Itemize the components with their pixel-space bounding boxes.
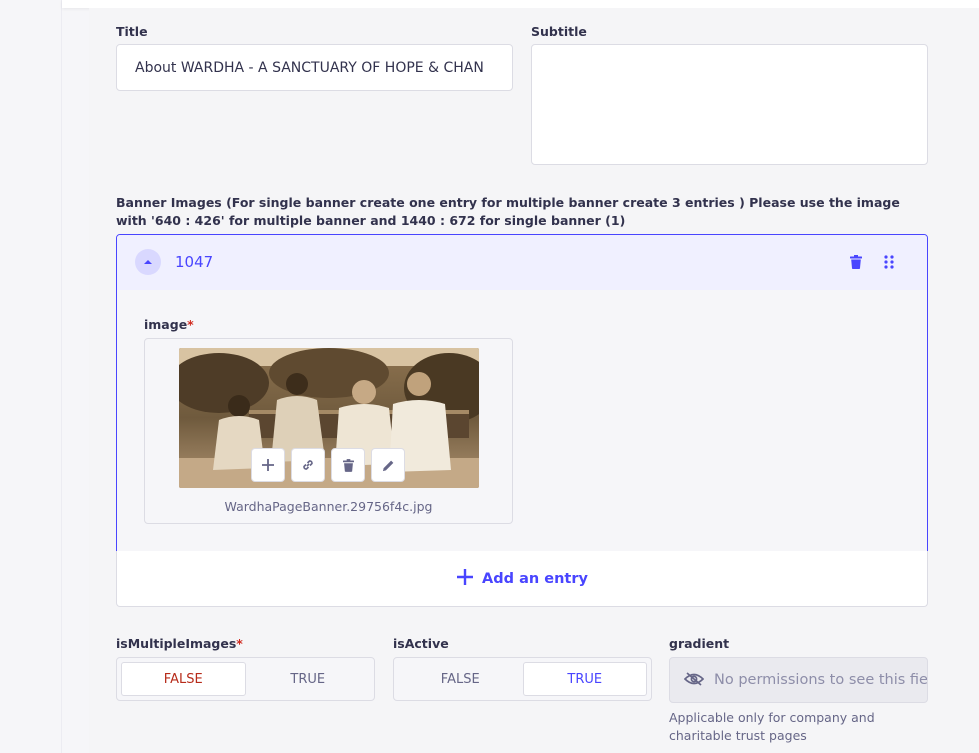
banner-entry-accordion: 1047 image* WardhaPageBanner.29756f4c.jp… (116, 234, 928, 552)
image-field-label: image* (144, 317, 194, 332)
is-multiple-images-false-option[interactable]: FALSE (121, 662, 246, 696)
subtitle-label: Subtitle (531, 24, 587, 39)
banner-entry-header[interactable]: 1047 (117, 235, 927, 290)
eye-off-icon (683, 671, 705, 690)
gradient-hint: Applicable only for company and charitab… (669, 710, 875, 743)
trash-icon[interactable] (331, 448, 365, 482)
subtitle-textarea[interactable] (531, 44, 928, 165)
left-rail (0, 0, 62, 753)
is-multiple-images-true-option[interactable]: TRUE (246, 662, 371, 696)
plus-icon[interactable] (251, 448, 285, 482)
top-bar (62, 0, 979, 8)
plus-icon (456, 568, 474, 590)
is-multiple-images-label-text: isMultipleImages (116, 636, 237, 651)
required-mark: * (236, 636, 243, 651)
image-label-text: image (144, 317, 188, 332)
banner-images-label: Banner Images (For single banner create … (116, 195, 900, 228)
banner-entry-title: 1047 (175, 253, 214, 271)
add-entry-button[interactable]: Add an entry (116, 551, 928, 607)
is-active-label: isActive (393, 636, 449, 651)
is-active-true-option[interactable]: TRUE (522, 662, 647, 696)
drag-handle-icon[interactable] (881, 254, 897, 270)
pencil-icon[interactable] (371, 448, 405, 482)
title-input[interactable] (116, 44, 513, 91)
asset-file-name: WardhaPageBanner.29756f4c.jpg (224, 499, 433, 514)
trash-icon[interactable] (848, 254, 864, 270)
chevron-up-icon[interactable] (135, 249, 161, 275)
title-label: Title (116, 24, 148, 39)
is-active-false-option[interactable]: FALSE (398, 662, 523, 696)
image-asset-card: WardhaPageBanner.29756f4c.jpg (144, 338, 513, 524)
asset-actions (251, 448, 405, 482)
add-entry-label: Add an entry (482, 570, 588, 587)
gradient-label: gradient (669, 636, 730, 651)
is-multiple-images-label: isMultipleImages* (116, 636, 243, 651)
gradient-no-permission-text: No permissions to see this field (714, 672, 928, 688)
is-multiple-images-toggle: FALSE TRUE (116, 657, 375, 701)
required-mark: * (187, 317, 194, 332)
link-icon[interactable] (291, 448, 325, 482)
is-active-toggle: FALSE TRUE (393, 657, 652, 701)
gradient-field: No permissions to see this field (669, 657, 928, 703)
